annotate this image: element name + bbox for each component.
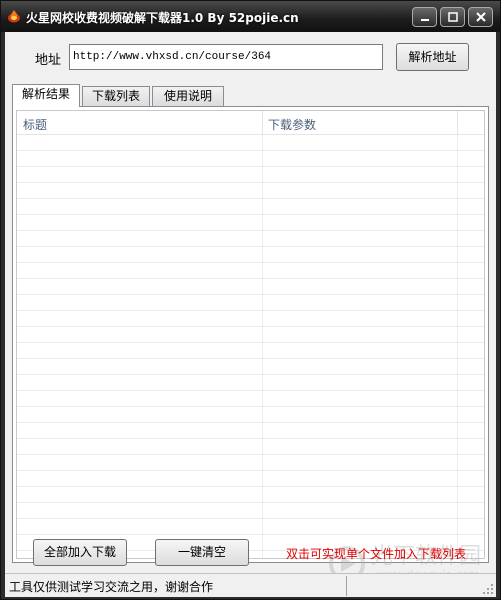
window-title: 火星网校收费视频破解下载器1.0 By 52pojie.cn: [26, 11, 299, 25]
close-icon: [475, 12, 486, 22]
maximize-button[interactable]: [440, 7, 465, 27]
column-header-params[interactable]: 下载参数: [268, 116, 316, 133]
column-divider[interactable]: [262, 111, 263, 134]
table-header: 标题 下载参数: [17, 111, 484, 135]
parse-address-button[interactable]: 解析地址: [396, 43, 469, 71]
app-window: 火星网校收费视频破解下载器1.0 By 52pojie.cn 地址 解析地址 解…: [0, 0, 501, 600]
address-input[interactable]: [69, 44, 383, 70]
title-bar[interactable]: 火星网校收费视频破解下载器1.0 By 52pojie.cn: [1, 1, 500, 32]
status-text: 工具仅供测试学习交流之用，谢谢合作: [9, 580, 214, 594]
status-bar: 工具仅供测试学习交流之用，谢谢合作: [5, 573, 496, 597]
close-button[interactable]: [468, 7, 493, 27]
resize-grip-icon[interactable]: [482, 583, 494, 595]
minimize-icon: [420, 19, 429, 21]
column-divider[interactable]: [457, 111, 458, 134]
grid-line: [457, 135, 458, 558]
minimize-button[interactable]: [412, 7, 437, 27]
status-divider: [346, 576, 347, 596]
clear-all-button[interactable]: 一键清空: [155, 539, 249, 566]
result-table[interactable]: 标题 下载参数: [16, 110, 485, 559]
address-label: 地址: [35, 53, 62, 68]
column-header-title[interactable]: 标题: [23, 116, 47, 133]
add-all-download-button[interactable]: 全部加入下载: [33, 539, 127, 566]
tab-instructions[interactable]: 使用说明: [152, 86, 224, 106]
tab-parse-result[interactable]: 解析结果: [12, 84, 80, 107]
app-flame-icon: [8, 10, 20, 23]
table-body[interactable]: [17, 135, 484, 558]
maximize-icon: [447, 12, 458, 22]
client-area: 地址 解析地址 解析结果 下载列表 使用说明 标题 下载参数 全: [5, 32, 496, 597]
grid-line: [262, 135, 263, 558]
double-click-hint: 双击可实现单个文件加入下载列表: [286, 547, 467, 561]
tab-download-list[interactable]: 下载列表: [82, 86, 150, 106]
result-panel: 标题 下载参数: [12, 106, 489, 563]
